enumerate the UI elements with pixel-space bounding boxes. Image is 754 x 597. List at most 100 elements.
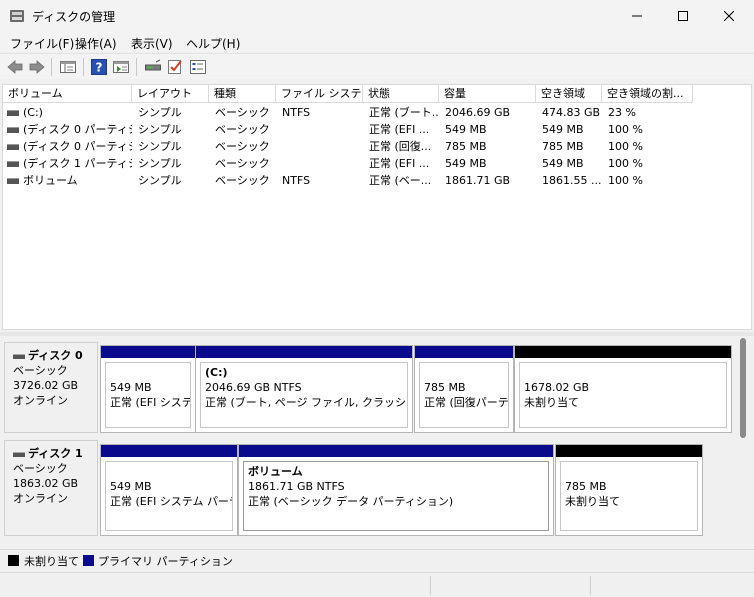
- cell-free-space: 785 MB: [542, 140, 584, 153]
- disk-type: ベーシック: [13, 462, 68, 475]
- close-button[interactable]: [706, 0, 752, 32]
- column-header-volume[interactable]: ボリューム: [3, 85, 132, 103]
- partition-disk0-c[interactable]: (C:) 2046.69 GB NTFS 正常 (ブート, ページ ファイル, …: [195, 345, 413, 433]
- cell-capacity: 1861.71 GB: [445, 174, 511, 187]
- cell-status: 正常 (ベー...: [369, 174, 432, 187]
- toolbar-separator: [136, 58, 137, 76]
- partition-size: 549 MB: [110, 480, 152, 493]
- back-arrow-icon[interactable]: [6, 58, 24, 76]
- properties-icon[interactable]: [189, 58, 207, 76]
- partition-name: [524, 365, 726, 380]
- disk-0-label[interactable]: ディスク 0 ベーシック 3726.02 GB オンライン: [4, 342, 98, 433]
- close-icon: [724, 11, 734, 21]
- disk-name: ディスク 0: [28, 349, 83, 362]
- volume-icon: [7, 144, 19, 150]
- partition-bar-primary: [101, 445, 237, 457]
- menu-help[interactable]: ヘルプ(H): [186, 35, 240, 52]
- partition-name: (C:): [205, 366, 228, 379]
- toolbar: ?: [0, 53, 754, 79]
- cell-layout: シンプル: [138, 174, 182, 187]
- volume-icon: [7, 161, 19, 167]
- menu-file[interactable]: ファイル(F): [10, 35, 74, 52]
- disk-icon: [13, 353, 25, 359]
- cell-type: ベーシック: [215, 106, 270, 119]
- cell-type: ベーシック: [215, 174, 270, 187]
- partition-bar-primary: [196, 346, 412, 358]
- disk-graphical-view: ディスク 0 ベーシック 3726.02 GB オンライン 549 MB 正常 …: [2, 336, 752, 546]
- check-icon[interactable]: [166, 58, 184, 76]
- cell-capacity: 785 MB: [445, 140, 487, 153]
- status-bar: [0, 572, 754, 597]
- partition-disk1-unallocated[interactable]: 785 MB 未割り当て: [555, 444, 703, 536]
- cell-type: ベーシック: [215, 140, 270, 153]
- disk-size: 3726.02 GB: [13, 379, 79, 392]
- legend-unallocated-swatch: [8, 555, 19, 566]
- maximize-button[interactable]: [660, 0, 706, 32]
- toolbar-separator: [83, 58, 84, 76]
- cell-volume: (ディスク 1 パーティシ...: [23, 157, 132, 170]
- minimize-button[interactable]: [614, 0, 660, 32]
- volume-icon: [7, 110, 19, 116]
- disk-name: ディスク 1: [28, 447, 83, 460]
- status-segment: [430, 576, 590, 595]
- cell-free-space: 474.83 GB: [542, 106, 601, 119]
- legend-primary-swatch: [83, 555, 94, 566]
- volume-list[interactable]: ボリューム レイアウト 種類 ファイル システム 状態 容量 空き領域 空き領域…: [2, 84, 752, 330]
- partition-disk1-volume[interactable]: ボリューム 1861.71 GB NTFS 正常 (ベーシック データ パーティ…: [238, 444, 554, 536]
- partition-bar-unallocated: [556, 445, 702, 457]
- partition-status: 正常 (回復パーテ: [424, 396, 509, 409]
- column-header-type[interactable]: 種類: [209, 85, 276, 103]
- cell-percent-free: 23 %: [608, 106, 636, 119]
- partition-size: 785 MB: [565, 480, 607, 493]
- cell-filesystem: [278, 121, 363, 138]
- svg-text:?: ?: [96, 61, 103, 75]
- legend-unallocated-label: 未割り当て: [24, 555, 79, 568]
- disk-status: オンライン: [13, 394, 68, 407]
- action-pane-icon[interactable]: [112, 58, 130, 76]
- menu-action[interactable]: 操作(A): [75, 35, 117, 52]
- console-tree-icon[interactable]: [59, 58, 77, 76]
- column-header-layout[interactable]: レイアウト: [132, 85, 209, 103]
- toolbar-separator: [51, 58, 52, 76]
- partition-bar-primary: [239, 445, 553, 457]
- cell-free-space: 1861.55 ...: [542, 174, 602, 187]
- column-header-percent-free[interactable]: 空き領域の割...: [602, 85, 693, 103]
- cell-volume: ボリューム: [23, 174, 78, 187]
- cell-status: 正常 (ブート...: [369, 106, 439, 119]
- legend: 未割り当て プライマリ パーティション: [0, 549, 754, 569]
- cell-volume: (ディスク 0 パーティシ...: [23, 140, 132, 153]
- disk-size: 1863.02 GB: [13, 477, 79, 490]
- partition-bar-primary: [415, 346, 513, 358]
- partition-status: 正常 (ブート, ページ ファイル, クラッシュ ダンプ: [205, 396, 407, 409]
- column-header-free-space[interactable]: 空き領域: [536, 85, 602, 103]
- maximize-icon: [678, 11, 688, 21]
- menu-view[interactable]: 表示(V): [131, 35, 173, 52]
- partition-bar-primary: [101, 346, 195, 358]
- column-header-capacity[interactable]: 容量: [439, 85, 536, 103]
- column-header-filesystem[interactable]: ファイル システム: [276, 85, 363, 103]
- vertical-scrollbar[interactable]: [740, 338, 746, 438]
- cell-layout: シンプル: [138, 140, 182, 153]
- cell-status: 正常 (回復...: [369, 140, 432, 153]
- partition-status: 未割り当て: [565, 495, 620, 508]
- partition-status: 正常 (EFI システム パーティ: [110, 495, 232, 508]
- partition-name: ボリューム: [248, 465, 303, 478]
- partition-size: 549 MB: [110, 381, 152, 394]
- column-header-status[interactable]: 状態: [363, 85, 439, 103]
- partition-disk0-efi[interactable]: 549 MB 正常 (EFI システ.: [100, 345, 196, 433]
- partition-name: [110, 365, 190, 380]
- cell-status: 正常 (EFI ...: [369, 157, 430, 170]
- cell-capacity: 549 MB: [445, 123, 487, 136]
- help-icon[interactable]: ?: [90, 58, 108, 76]
- partition-disk1-efi[interactable]: 549 MB 正常 (EFI システム パーティ: [100, 444, 238, 536]
- cell-filesystem: [278, 138, 363, 155]
- forward-arrow-icon[interactable]: [28, 58, 46, 76]
- connect-icon[interactable]: [144, 58, 162, 76]
- window-title: ディスクの管理: [32, 10, 116, 24]
- disk-1-label[interactable]: ディスク 1 ベーシック 1863.02 GB オンライン: [4, 440, 98, 536]
- partition-disk0-unallocated[interactable]: 1678.02 GB 未割り当て: [514, 345, 732, 433]
- partition-status: 正常 (ベーシック データ パーティション): [248, 495, 454, 508]
- cell-filesystem: NTFS: [282, 174, 311, 187]
- disk-management-icon: [10, 10, 24, 22]
- partition-disk0-recovery[interactable]: 785 MB 正常 (回復パーテ: [414, 345, 514, 433]
